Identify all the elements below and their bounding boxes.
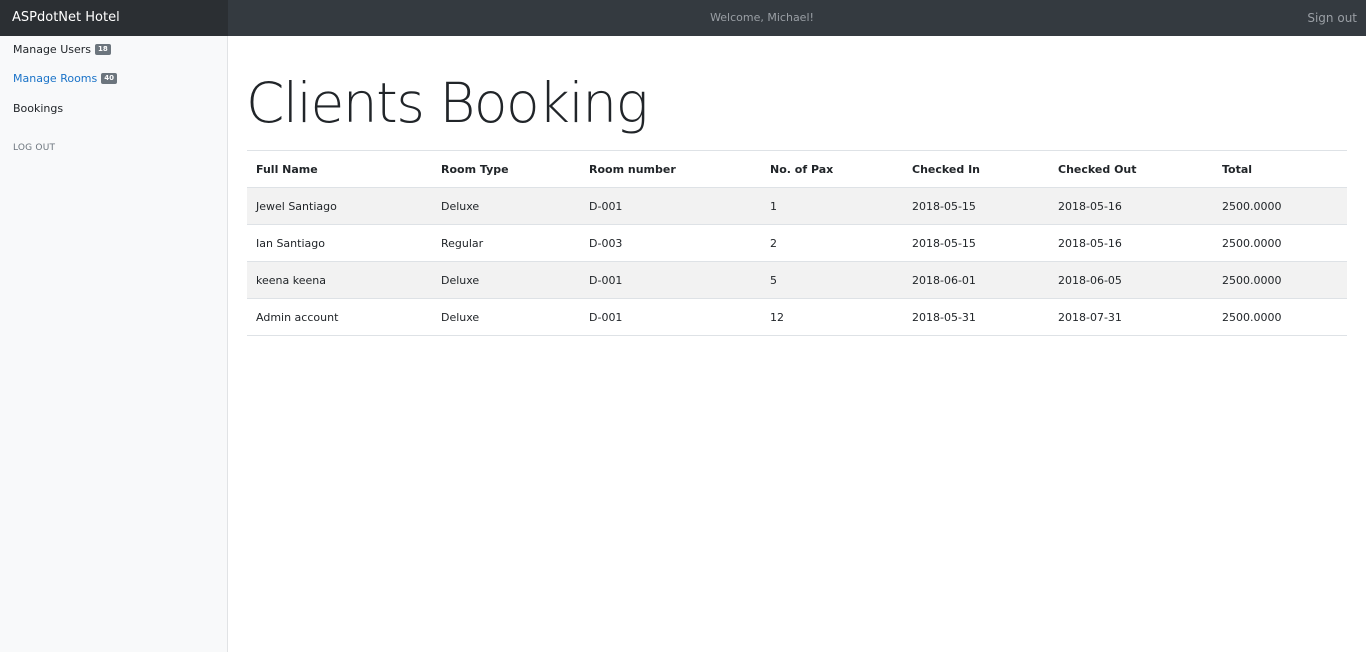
cell-full-name: Ian Santiago: [247, 224, 432, 262]
cell-pax: 12: [761, 298, 903, 336]
table-row: Jewel Santiago Deluxe D-001 1 2018-05-15…: [247, 187, 1347, 225]
table-body: Jewel Santiago Deluxe D-001 1 2018-05-15…: [247, 187, 1347, 336]
log-out-link[interactable]: LOG OUT: [13, 143, 55, 153]
cell-checked-in: 2018-06-01: [903, 261, 1049, 299]
top-navbar: ASPdotNet Hotel Welcome, Michael! Sign o…: [0, 0, 1366, 36]
cell-checked-out: 2018-07-31: [1049, 298, 1213, 336]
bookings-table: Full Name Room Type Room number No. of P…: [247, 150, 1347, 336]
sidebar-item-manage-users[interactable]: Manage Users 18: [13, 43, 111, 56]
column-header-full-name: Full Name: [247, 150, 432, 188]
cell-checked-out: 2018-05-16: [1049, 187, 1213, 225]
bookings-table-container: Full Name Room Type Room number No. of P…: [247, 150, 1347, 336]
cell-room-type: Regular: [432, 224, 580, 262]
cell-checked-in: 2018-05-15: [903, 224, 1049, 262]
cell-room-number: D-001: [580, 298, 761, 336]
column-header-checked-out: Checked Out: [1049, 150, 1213, 188]
sidebar-item-manage-rooms[interactable]: Manage Rooms 40: [13, 72, 117, 85]
column-header-total: Total: [1213, 150, 1347, 188]
cell-full-name: Jewel Santiago: [247, 187, 432, 225]
cell-total: 2500.0000: [1213, 261, 1347, 299]
column-header-room-type: Room Type: [432, 150, 580, 188]
welcome-message: Welcome, Michael!: [710, 11, 814, 24]
cell-full-name: keena keena: [247, 261, 432, 299]
sidebar-item-label: Manage Users: [13, 43, 91, 56]
cell-pax: 5: [761, 261, 903, 299]
cell-checked-in: 2018-05-15: [903, 187, 1049, 225]
sidebar: Manage Users 18 Manage Rooms 40 Bookings…: [0, 36, 228, 652]
table-header: Full Name Room Type Room number No. of P…: [247, 150, 1347, 188]
sidebar-item-label: Manage Rooms: [13, 72, 98, 85]
cell-room-type: Deluxe: [432, 187, 580, 225]
cell-checked-out: 2018-06-05: [1049, 261, 1213, 299]
sign-out-link[interactable]: Sign out: [1307, 0, 1357, 36]
table-row: Admin account Deluxe D-001 12 2018-05-31…: [247, 298, 1347, 336]
rooms-count-badge: 40: [101, 73, 117, 84]
cell-pax: 1: [761, 187, 903, 225]
page-title: Clients Booking: [246, 71, 649, 135]
cell-total: 2500.0000: [1213, 298, 1347, 336]
column-header-checked-in: Checked In: [903, 150, 1049, 188]
cell-room-number: D-001: [580, 261, 761, 299]
column-header-pax: No. of Pax: [761, 150, 903, 188]
sidebar-item-label: Bookings: [13, 102, 64, 115]
cell-room-number: D-003: [580, 224, 761, 262]
cell-room-number: D-001: [580, 187, 761, 225]
table-row: Ian Santiago Regular D-003 2 2018-05-15 …: [247, 224, 1347, 262]
table-row: keena keena Deluxe D-001 5 2018-06-01 20…: [247, 261, 1347, 299]
brand-link[interactable]: ASPdotNet Hotel: [0, 0, 228, 36]
cell-checked-out: 2018-05-16: [1049, 224, 1213, 262]
column-header-room-number: Room number: [580, 150, 761, 188]
cell-total: 2500.0000: [1213, 187, 1347, 225]
sidebar-item-bookings[interactable]: Bookings: [13, 102, 63, 115]
cell-full-name: Admin account: [247, 298, 432, 336]
cell-total: 2500.0000: [1213, 224, 1347, 262]
cell-room-type: Deluxe: [432, 298, 580, 336]
cell-room-type: Deluxe: [432, 261, 580, 299]
cell-pax: 2: [761, 224, 903, 262]
users-count-badge: 18: [95, 44, 111, 55]
table-header-row: Full Name Room Type Room number No. of P…: [247, 150, 1347, 188]
cell-checked-in: 2018-05-31: [903, 298, 1049, 336]
